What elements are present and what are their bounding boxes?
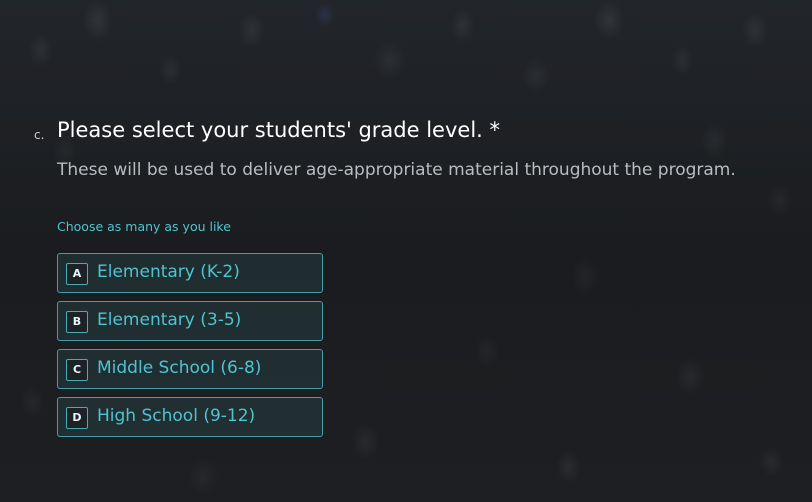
choice-label: Elementary (3-5) [97, 310, 242, 330]
choice-label: Elementary (K-2) [97, 262, 240, 282]
choice-list: A Elementary (K-2) B Elementary (3-5) C … [57, 253, 323, 445]
choice-elementary-3-5[interactable]: B Elementary (3-5) [57, 301, 323, 341]
choice-label: Middle School (6-8) [97, 358, 262, 378]
choice-elementary-k2[interactable]: A Elementary (K-2) [57, 253, 323, 293]
question-title: Please select your students' grade level… [57, 118, 500, 142]
question-description: These will be used to deliver age-approp… [57, 160, 736, 180]
question-number: c. [34, 128, 45, 142]
choice-high-school[interactable]: D High School (9-12) [57, 397, 323, 437]
choice-key-badge: A [66, 263, 88, 285]
choice-key-badge: C [66, 359, 88, 381]
choice-label: High School (9-12) [97, 406, 256, 426]
multi-select-hint: Choose as many as you like [57, 219, 231, 234]
choice-middle-school[interactable]: C Middle School (6-8) [57, 349, 323, 389]
choice-key-badge: D [66, 407, 88, 429]
choice-key-badge: B [66, 311, 88, 333]
